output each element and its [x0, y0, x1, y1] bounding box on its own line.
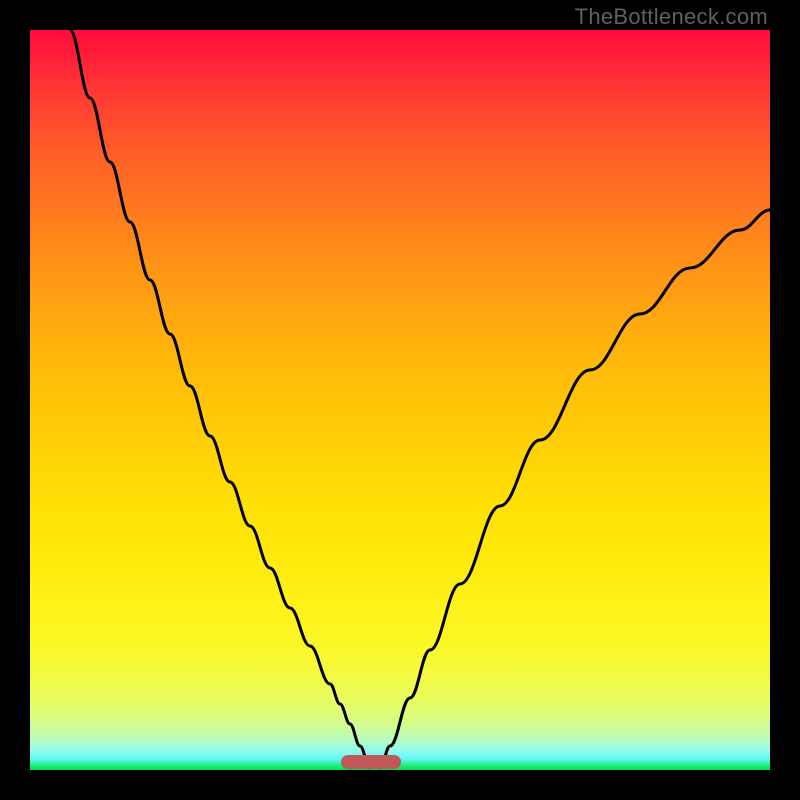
curve-plot	[30, 30, 770, 770]
left-curve-line	[70, 30, 370, 768]
bottleneck-marker	[341, 755, 401, 769]
chart-area	[30, 30, 770, 770]
watermark-text: TheBottleneck.com	[575, 4, 768, 30]
right-curve-line	[380, 210, 770, 768]
